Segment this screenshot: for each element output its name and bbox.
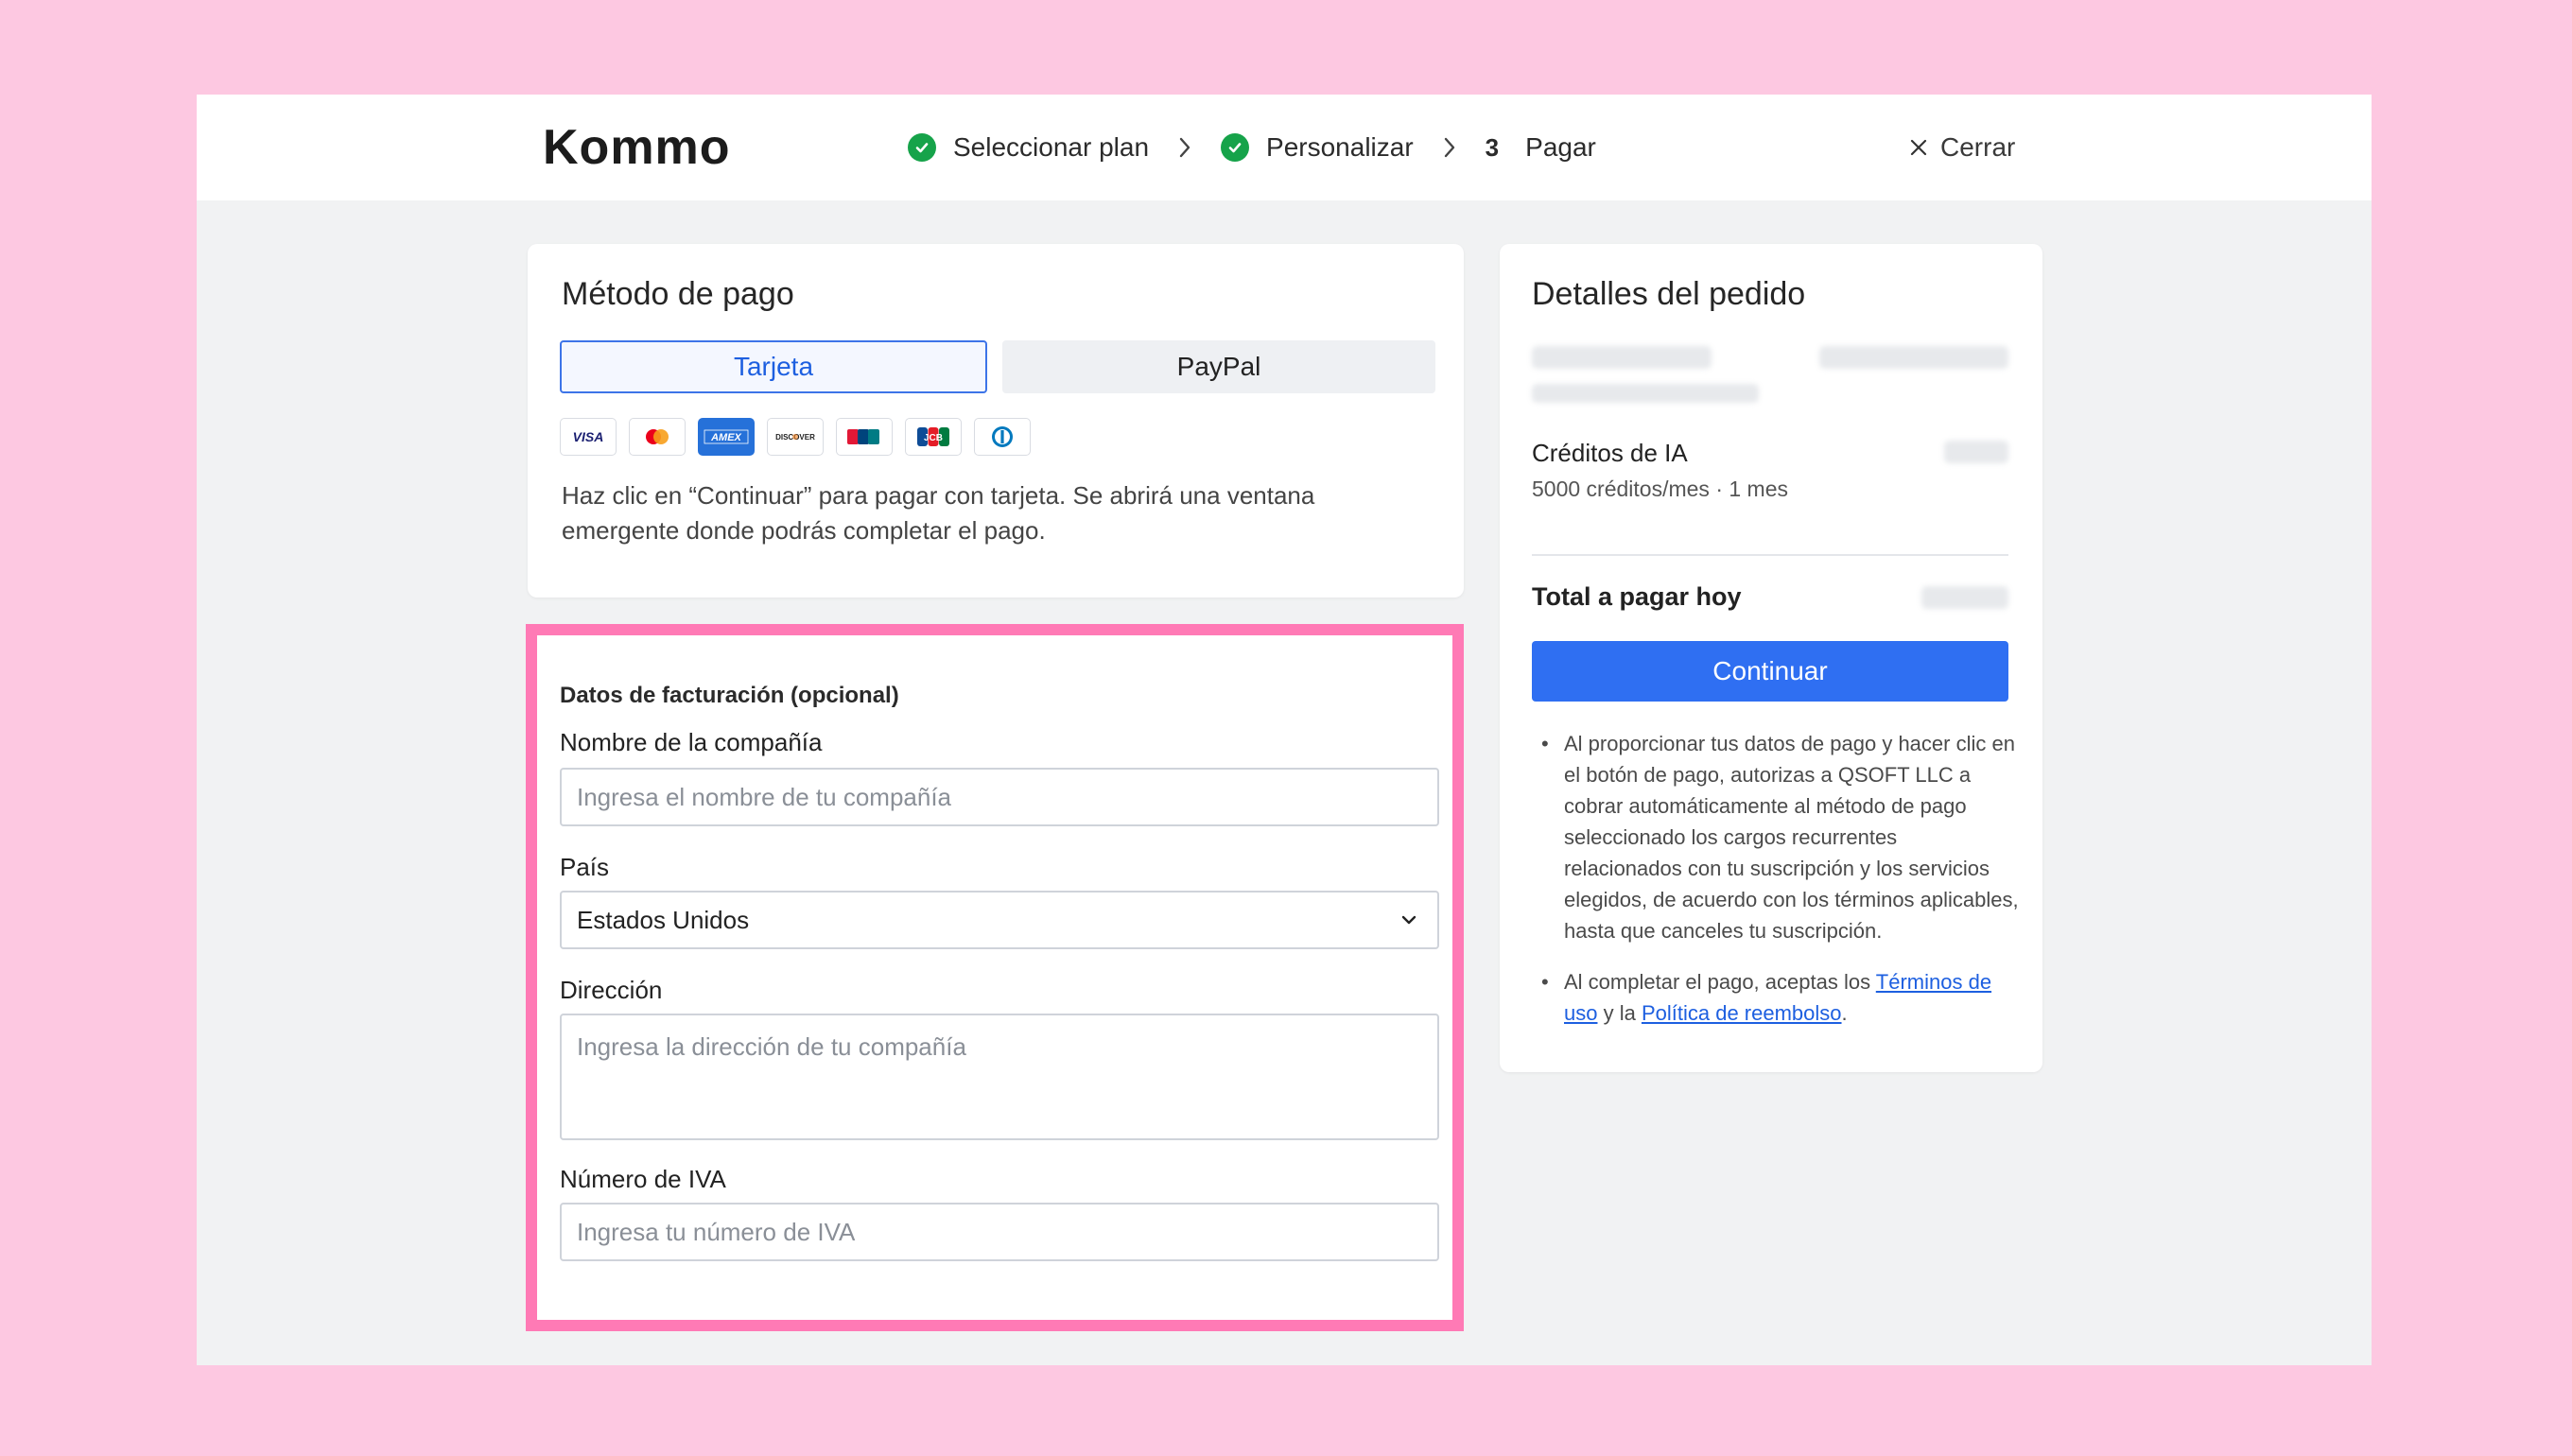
vat-number-input[interactable] [560, 1203, 1439, 1261]
cup-icon [836, 418, 893, 456]
blurred-total-amount [1921, 586, 2008, 609]
step-label: Personalizar [1266, 132, 1414, 162]
order-divider [1532, 554, 2008, 556]
kommo-logo[interactable]: Kommo [543, 117, 731, 178]
step-label: Pagar [1525, 132, 1596, 162]
payment-tabs: Tarjeta PayPal [560, 340, 1435, 393]
step-number: 3 [1485, 132, 1500, 162]
blurred-plan-name [1532, 346, 1712, 369]
legal-terms-mid: y la [1597, 1001, 1642, 1025]
blurred-plan-price [1819, 346, 2008, 369]
country-select[interactable]: Estados Unidos [560, 891, 1439, 949]
blurred-credits-price [1944, 441, 2008, 463]
svg-text:VISA: VISA [573, 429, 604, 444]
country-value: Estados Unidos [577, 905, 750, 934]
visa-icon: VISA [560, 418, 617, 456]
diners-icon [974, 418, 1031, 456]
bullet: • [1541, 732, 1549, 755]
order-details-title: Detalles del pedido [1532, 276, 1806, 312]
step-label: Seleccionar plan [953, 132, 1150, 162]
chevron-down-icon [1401, 915, 1416, 925]
card-payment-note: Haz clic en “Continuar” para pagar con t… [562, 481, 1315, 545]
legal-terms-suffix: . [1841, 1001, 1848, 1025]
tab-paypal[interactable]: PayPal [1002, 340, 1435, 393]
mastercard-icon [629, 418, 686, 456]
check-circle-icon [1221, 133, 1250, 162]
svg-text:JCB: JCB [924, 433, 943, 443]
close-icon [1910, 139, 1927, 156]
card-brands: VISA AMEX DISCOVER JCB [560, 418, 1043, 456]
close-button[interactable]: Cerrar [1908, 123, 2015, 172]
legal-authorization: • Al proporcionar tus datos de pago y ha… [1532, 728, 2020, 946]
legal-terms-text: Al completar el pago, aceptas los Términ… [1564, 966, 2020, 1029]
check-circle-icon [908, 133, 936, 162]
refund-policy-link[interactable]: Política de reembolso [1642, 1001, 1842, 1025]
payment-method-card: Método de pago Tarjeta PayPal VISA AMEX … [528, 244, 1464, 598]
vat-label: Número de IVA [560, 1165, 726, 1193]
blurred-plan-detail [1532, 384, 1759, 403]
svg-text:AMEX: AMEX [710, 432, 741, 443]
continue-button[interactable]: Continuar [1532, 641, 2008, 702]
chevron-right-icon [1442, 135, 1457, 160]
payment-method-title: Método de pago [562, 276, 794, 312]
top-bar: Kommo Seleccionar plan Personalizar 3 Pa… [197, 95, 2372, 200]
billing-card: Datos de facturación (opcional) Nombre d… [537, 635, 1452, 1320]
ai-credits-label: Créditos de IA [1532, 439, 1688, 467]
billing-highlight-frame: Datos de facturación (opcional) Nombre d… [526, 624, 1464, 1331]
amex-icon: AMEX [698, 418, 755, 456]
chevron-right-icon [1177, 135, 1192, 160]
close-label: Cerrar [1940, 132, 2016, 162]
country-label: País [560, 853, 610, 881]
jcb-icon: JCB [905, 418, 962, 456]
checkout-window: Kommo Seleccionar plan Personalizar 3 Pa… [197, 95, 2372, 1365]
bullet: • [1541, 970, 1549, 994]
ai-credits-detail: 5000 créditos/mes · 1 mes [1532, 477, 1789, 501]
billing-title: Datos de facturación (opcional) [560, 682, 899, 708]
order-details-card: Detalles del pedido Créditos de IA 5000 … [1500, 244, 2042, 1072]
address-label: Dirección [560, 976, 663, 1004]
legal-terms-prefix: Al completar el pago, aceptas los [1564, 970, 1876, 994]
step-pay: 3 Pagar [1486, 132, 1596, 163]
legal-authorization-text: Al proporcionar tus datos de pago y hace… [1564, 732, 2019, 943]
company-name-input[interactable] [560, 768, 1439, 826]
legal-terms: • Al completar el pago, aceptas los Térm… [1532, 966, 2020, 1029]
step-select-plan[interactable]: Seleccionar plan [908, 132, 1149, 163]
checkout-steps: Seleccionar plan Personalizar 3 Pagar [908, 121, 1596, 174]
company-label: Nombre de la compañía [560, 728, 823, 756]
total-label: Total a pagar hoy [1532, 582, 1742, 611]
address-input[interactable] [560, 1014, 1439, 1140]
step-personalize[interactable]: Personalizar [1221, 132, 1414, 163]
tab-card[interactable]: Tarjeta [560, 340, 987, 393]
discover-icon: DISCOVER [767, 418, 824, 456]
